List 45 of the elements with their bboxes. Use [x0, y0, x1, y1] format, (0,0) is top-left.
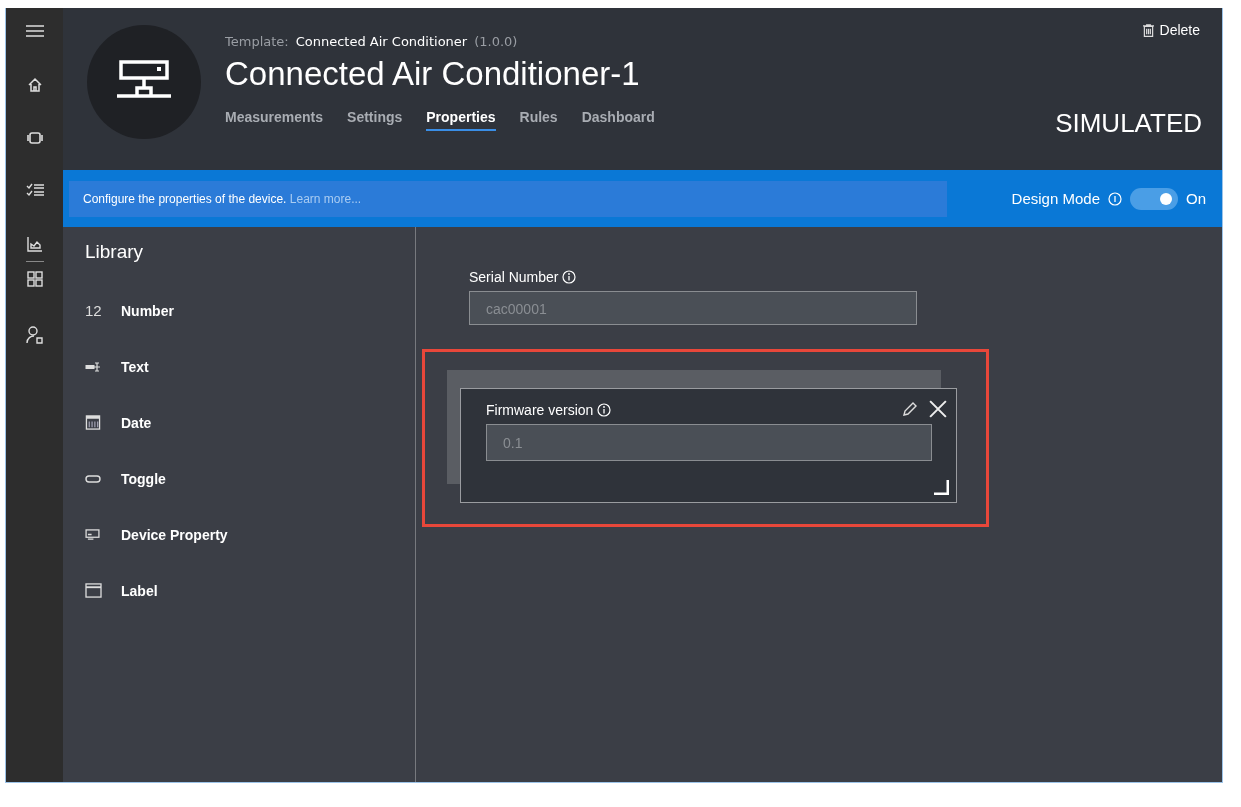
info-icon: [597, 403, 612, 417]
design-mode-label: Design Mode: [1011, 190, 1100, 207]
home-icon[interactable]: [26, 77, 43, 93]
info-icon: [562, 270, 577, 284]
status-label: SIMULATED: [1055, 108, 1202, 139]
tab[interactable]: Dashboard: [581, 109, 655, 131]
menu-icon[interactable]: [25, 24, 44, 38]
user-settings-icon[interactable]: [25, 326, 44, 344]
checklist-icon[interactable]: [25, 183, 44, 197]
chart-icon[interactable]: [26, 236, 43, 252]
template-version: (1.0.0): [474, 34, 518, 49]
trash-icon: [1142, 23, 1154, 37]
text-field-icon: [85, 361, 101, 372]
field-label: Firmware version: [486, 402, 594, 418]
library-item[interactable]: 12 Number: [85, 282, 415, 339]
window-icon: [85, 583, 102, 598]
number-icon: 12: [85, 302, 102, 319]
close-icon[interactable]: [929, 400, 947, 418]
banner-text: Configure the properties of the device. Learn more...: [83, 191, 362, 206]
device-icon[interactable]: [26, 132, 43, 144]
tab[interactable]: Settings: [347, 109, 403, 131]
library-item[interactable]: Text: [85, 338, 415, 395]
toggle-icon: [85, 474, 101, 483]
pencil-icon[interactable]: [902, 401, 918, 417]
property-card[interactable]: Firmware version 0.1: [460, 388, 957, 503]
library-item[interactable]: Date: [85, 394, 415, 451]
resize-handle-icon[interactable]: [933, 479, 949, 495]
library-item[interactable]: Toggle: [85, 450, 415, 507]
field-label: Serial Number: [469, 269, 559, 285]
toggle-state-label: On: [1186, 190, 1206, 207]
library-title: Library: [85, 241, 145, 263]
template-name: Connected Air Conditioner: [295, 34, 468, 49]
device-title: Connected Air Conditioner-1: [225, 55, 641, 93]
info-icon: [1108, 191, 1122, 206]
template-label: Template:: [225, 34, 289, 49]
tab[interactable]: Rules: [519, 109, 558, 131]
calendar-icon: [85, 415, 101, 430]
tab[interactable]: Measurements: [225, 109, 324, 131]
tab[interactable]: Properties: [426, 109, 496, 131]
library-item[interactable]: Device Property: [85, 506, 415, 563]
library-item[interactable]: Label: [85, 562, 415, 619]
design-mode-toggle[interactable]: [1130, 187, 1178, 210]
grid-icon[interactable]: [26, 271, 43, 287]
delete-button[interactable]: Delete: [1140, 20, 1202, 40]
monitor-icon: [85, 529, 100, 540]
